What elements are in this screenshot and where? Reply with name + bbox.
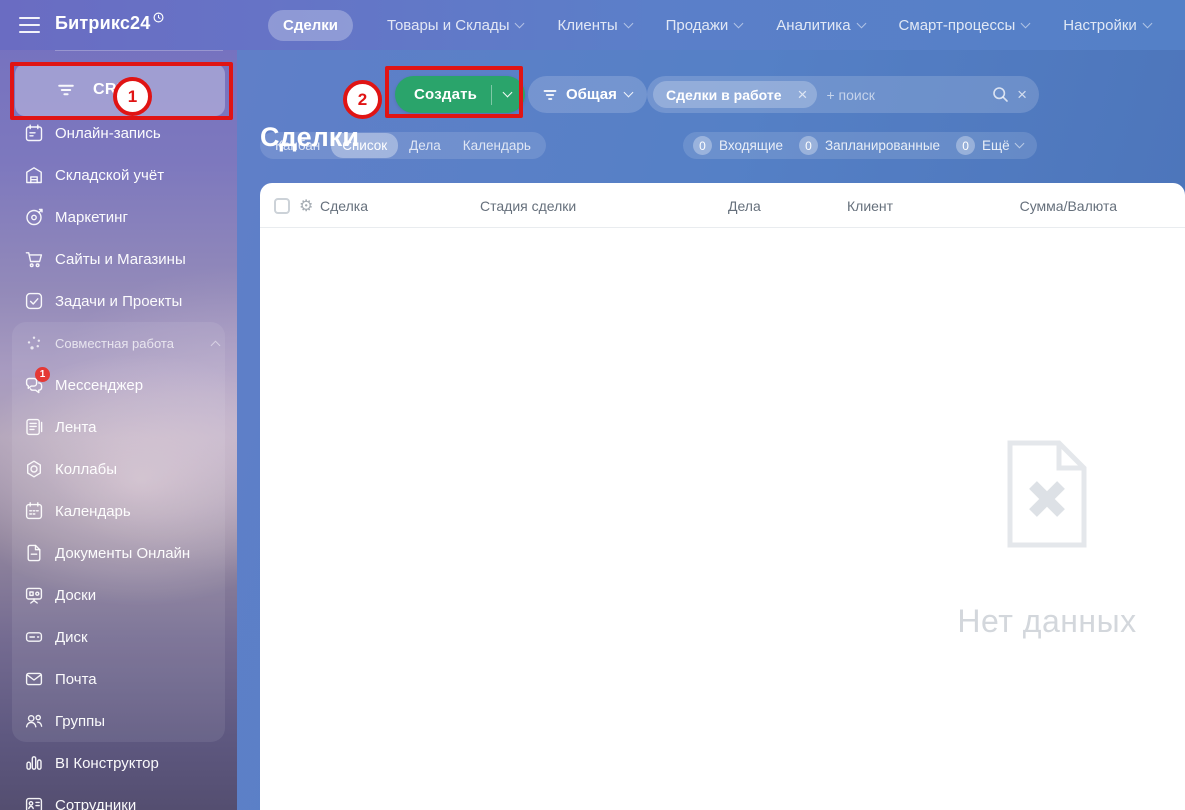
funnel-icon <box>54 79 78 101</box>
target-icon <box>22 205 46 229</box>
chat-icon: 1 <box>22 367 50 397</box>
clock-icon <box>153 7 164 27</box>
column-header-amount[interactable]: Сумма/Валюта <box>1020 183 1117 228</box>
chevron-down-icon <box>1142 18 1153 28</box>
empty-state: Нет данных <box>902 438 1185 640</box>
create-button[interactable]: Создать <box>395 76 526 113</box>
hamburger-menu-icon[interactable] <box>19 17 40 33</box>
counter-planned[interactable]: 0 Запланированные <box>799 136 940 155</box>
chevron-down-icon <box>856 18 866 28</box>
search-placeholder: + поиск <box>826 86 875 103</box>
deals-table: ⚙ Сделка Стадия сделки Дела Клиент Сумма… <box>260 183 1185 810</box>
logo-text: Битрикс24 <box>55 13 151 33</box>
nav-smart-processes[interactable]: Смарт-процессы <box>899 17 1031 34</box>
tab-activities[interactable]: Дела <box>398 133 452 158</box>
sidebar-item-employees[interactable]: Сотрудники <box>0 784 237 810</box>
sidebar-item-marketing[interactable]: Маркетинг <box>0 196 237 238</box>
mail-icon <box>22 667 46 691</box>
calendar-icon <box>22 499 46 523</box>
sidebar-item-online-booking[interactable]: Онлайн-запись <box>0 112 237 154</box>
app-logo[interactable]: Битрикс24 <box>55 12 164 34</box>
column-header-stage[interactable]: Стадия сделки <box>480 183 576 228</box>
sidebar-menu: Онлайн-запись Складской учёт Маркетинг С… <box>0 112 237 810</box>
top-nav: Сделки Товары и Склады Клиенты Продажи А… <box>268 0 1185 50</box>
funnel-icon <box>542 87 558 103</box>
bar-chart-icon <box>22 751 46 775</box>
counter-badge: 0 <box>693 136 712 155</box>
gear-icon[interactable]: ⚙ <box>299 183 313 228</box>
calendar-clock-icon <box>22 121 46 145</box>
drive-icon <box>22 625 46 649</box>
sidebar-item-bi-builder[interactable]: BI Конструктор <box>0 742 237 784</box>
sidebar-item-boards[interactable]: Доски <box>0 574 237 616</box>
unread-count-badge: 1 <box>35 367 50 382</box>
feed-icon <box>22 415 46 439</box>
chevron-down-icon <box>733 18 744 28</box>
topbar: Битрикс24 Сделки Товары и Склады Клиенты… <box>0 0 1185 50</box>
annotation-step2-number: 2 <box>343 80 382 119</box>
bitrix24-app: Битрикс24 Сделки Товары и Склады Клиенты… <box>0 0 1185 810</box>
counter-badge: 0 <box>956 136 976 155</box>
cart-icon <box>22 247 46 271</box>
clear-search-icon[interactable]: × <box>1017 86 1027 103</box>
chevron-up-icon <box>210 340 221 350</box>
funnel-selector-button[interactable]: Общая <box>528 76 647 113</box>
dots-circle-icon <box>22 331 46 355</box>
sidebar-item-tasks-projects[interactable]: Задачи и Проекты <box>0 280 237 322</box>
sidebar-item-drive[interactable]: Диск <box>0 616 237 658</box>
chevron-down-icon <box>623 18 634 28</box>
nav-settings[interactable]: Настройки <box>1063 17 1153 34</box>
no-data-document-icon <box>1007 440 1087 548</box>
hexagon-icon <box>22 457 46 481</box>
board-icon <box>22 583 46 607</box>
sidebar-section-collaboration[interactable]: Совместная работа <box>0 322 237 364</box>
warehouse-icon <box>22 163 46 187</box>
sidebar: CRM Онлайн-запись Складской учёт Маркети… <box>0 50 237 810</box>
nav-sales[interactable]: Продажи <box>666 17 744 34</box>
id-card-icon <box>22 793 46 810</box>
sidebar-item-sites-stores[interactable]: Сайты и Магазины <box>0 238 237 280</box>
filter-chip[interactable]: Сделки в работе × <box>653 81 818 108</box>
remove-filter-icon[interactable]: × <box>798 86 808 103</box>
document-icon <box>22 541 46 565</box>
sidebar-item-messenger[interactable]: 1 Мессенджер <box>0 364 237 406</box>
chevron-down-icon <box>1020 18 1031 28</box>
annotation-step1-number: 1 <box>113 77 152 116</box>
empty-state-text: Нет данных <box>957 603 1137 639</box>
column-header-deal[interactable]: Сделка <box>320 183 368 228</box>
column-header-activity[interactable]: Дела <box>728 183 761 228</box>
counters-group: 0 Входящие 0 Запланированные 0 Ещё <box>683 132 1037 159</box>
column-header-client[interactable]: Клиент <box>847 183 893 228</box>
nav-products-warehouses[interactable]: Товары и Склады <box>387 17 525 34</box>
nav-analytics[interactable]: Аналитика <box>776 17 866 34</box>
checkbox-icon <box>22 289 46 313</box>
counter-badge: 0 <box>799 136 819 155</box>
chevron-down-icon <box>1014 138 1025 149</box>
counter-more[interactable]: 0 Ещё <box>956 136 1025 155</box>
filter-search-bar[interactable]: Сделки в работе × + поиск × <box>647 76 1039 113</box>
sidebar-item-feed[interactable]: Лента <box>0 406 237 448</box>
create-dropdown-arrow[interactable] <box>492 87 525 98</box>
sidebar-item-mail[interactable]: Почта <box>0 658 237 700</box>
counter-incoming[interactable]: 0 Входящие <box>693 136 783 155</box>
chevron-down-icon <box>623 87 634 98</box>
select-all-checkbox[interactable] <box>274 183 290 228</box>
nav-deals[interactable]: Сделки <box>268 9 353 41</box>
search-icon[interactable] <box>992 86 1009 103</box>
sidebar-item-collabs[interactable]: Коллабы <box>0 448 237 490</box>
sidebar-item-inventory[interactable]: Складской учёт <box>0 154 237 196</box>
table-header-row: ⚙ Сделка Стадия сделки Дела Клиент Сумма… <box>260 183 1185 228</box>
people-icon <box>22 709 46 733</box>
chevron-down-icon <box>515 18 525 28</box>
nav-clients[interactable]: Клиенты <box>557 17 634 34</box>
sidebar-item-online-documents[interactable]: Документы Онлайн <box>0 532 237 574</box>
main-content: Сделки Создать Общая Сделки в работе × +… <box>237 50 1185 810</box>
tab-calendar[interactable]: Календарь <box>452 133 542 158</box>
view-tabs: Канбан Список Дела Календарь <box>260 132 546 159</box>
sidebar-item-groups[interactable]: Группы <box>0 700 237 742</box>
tab-kanban[interactable]: Канбан <box>264 133 331 158</box>
sidebar-item-calendar[interactable]: Календарь <box>0 490 237 532</box>
tab-list[interactable]: Список <box>331 133 399 158</box>
